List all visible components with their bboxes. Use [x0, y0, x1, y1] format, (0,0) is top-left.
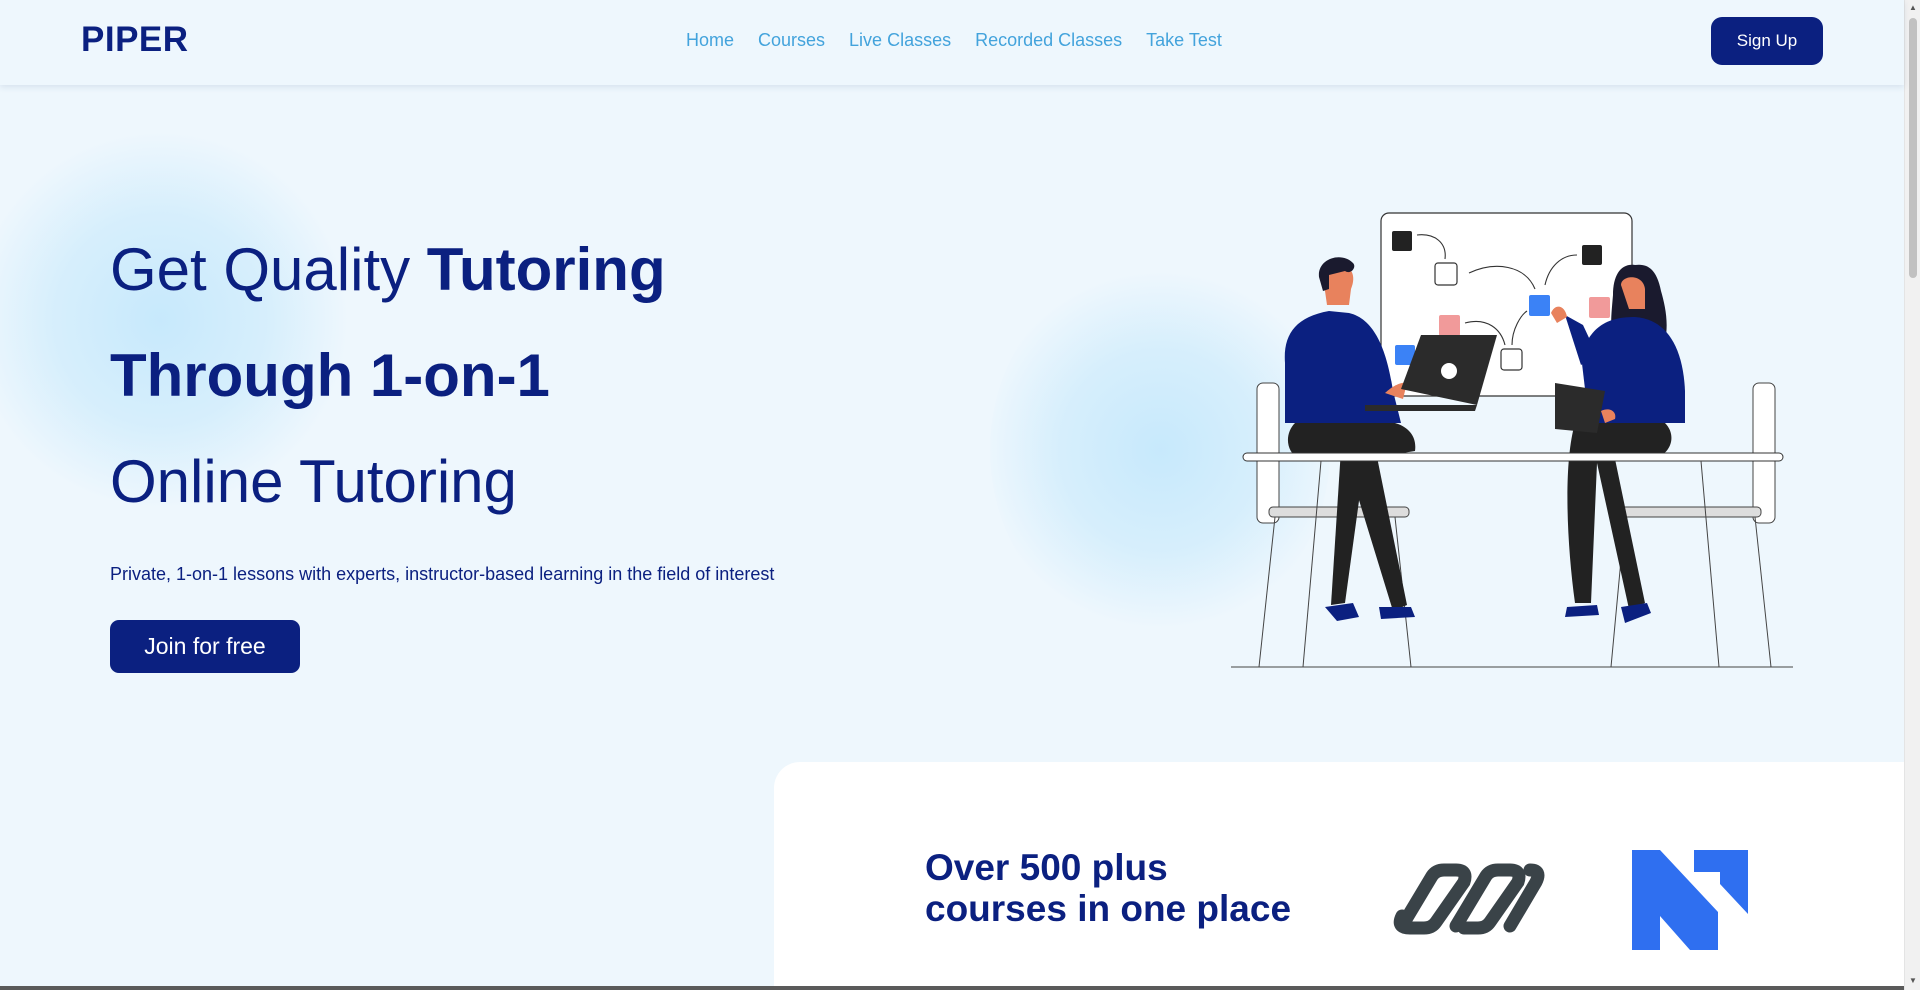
- join-for-free-button[interactable]: Join for free: [110, 620, 300, 673]
- scroll-down-arrow-icon[interactable]: ▼: [1909, 976, 1917, 985]
- nav-link-recorded-classes[interactable]: Recorded Classes: [975, 30, 1122, 51]
- chain-link-logo-icon: [1393, 863, 1545, 935]
- nav-link-live-classes[interactable]: Live Classes: [849, 30, 951, 51]
- nav-link-home[interactable]: Home: [686, 30, 734, 51]
- n-logo-icon: [1632, 850, 1748, 950]
- logo[interactable]: PIPER: [81, 20, 189, 60]
- hero-heading-line-2: Through 1-on-1: [110, 342, 550, 409]
- scroll-up-arrow-icon[interactable]: ▲: [1909, 3, 1917, 12]
- site-header: PIPER Home Courses Live Classes Recorded…: [0, 0, 1904, 85]
- hero-heading-regular: Get Quality: [110, 236, 427, 303]
- landing-page: PIPER Home Courses Live Classes Recorded…: [0, 0, 1920, 990]
- table: [1231, 452, 1793, 668]
- hero-heading-line-1: Get Quality Tutoring: [110, 240, 666, 300]
- nav-link-take-test[interactable]: Take Test: [1146, 30, 1222, 51]
- hero-heading-line-3: Online Tutoring: [110, 448, 517, 515]
- page-scrollbar[interactable]: ▲ ▼: [1904, 0, 1920, 990]
- courses-card: Over 500 plus courses in one place: [774, 762, 1904, 990]
- courses-title-line-2: courses in one place: [925, 888, 1292, 929]
- woman-figure: [1551, 264, 1685, 623]
- main-nav: Home Courses Live Classes Recorded Class…: [686, 30, 1222, 51]
- tutoring-illustration: [1231, 212, 1793, 668]
- nav-link-courses[interactable]: Courses: [758, 30, 825, 51]
- window-bottom-edge: [0, 986, 1904, 990]
- hero-subtitle: Private, 1-on-1 lessons with experts, in…: [110, 564, 775, 584]
- courses-card-title: Over 500 plus courses in one place: [925, 847, 1345, 929]
- sign-up-button[interactable]: Sign Up: [1711, 17, 1823, 65]
- courses-title-line-1: Over 500 plus: [925, 847, 1168, 888]
- hero-heading-bold: Tutoring: [426, 236, 666, 303]
- scroll-thumb[interactable]: [1909, 18, 1917, 278]
